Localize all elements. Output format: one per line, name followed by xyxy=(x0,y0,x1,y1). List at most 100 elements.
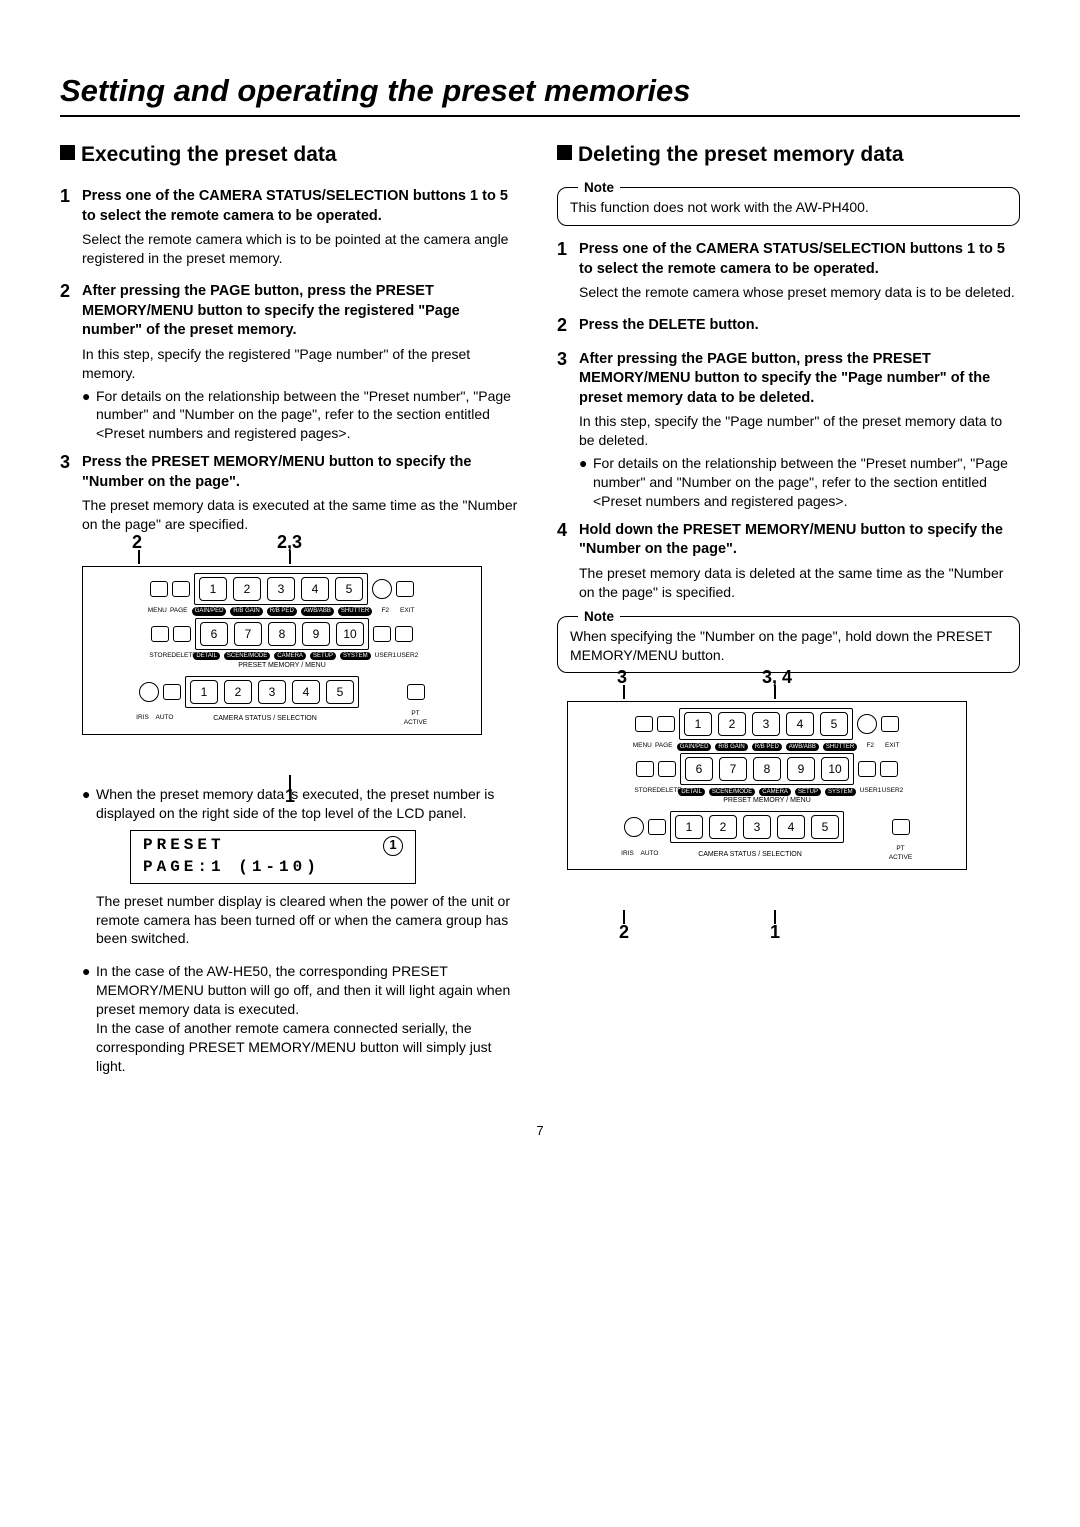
oval-label: AWB/ABB xyxy=(786,743,819,751)
note-text: This function does not work with the AW-… xyxy=(570,199,869,215)
oval-label: R/B PED xyxy=(752,743,782,751)
step: 3 Press the PRESET MEMORY/MENU button to… xyxy=(60,453,523,538)
btn-label: AUTO xyxy=(641,850,659,859)
sub-bullet: ● For details on the relationship betwee… xyxy=(82,387,523,444)
right-column: Deleting the preset memory data Note Thi… xyxy=(557,141,1020,1082)
btn-label: MENU xyxy=(148,607,166,616)
step-title: Hold down the PRESET MEMORY/MENU button … xyxy=(579,521,1020,560)
control-panel-diagram-left: 2 2,3 12345 MENU PAGE GAIN/PED R/B GA xyxy=(82,556,523,773)
left-column: Executing the preset data 1 Press one of… xyxy=(60,141,523,1082)
btn-label: F2 xyxy=(376,607,394,616)
btn-label: PAGE xyxy=(170,607,188,616)
btn-label: EXIT xyxy=(883,742,901,751)
step-desc: In this step, specify the registered "Pa… xyxy=(82,345,523,383)
bullet-text: In the case of the AW-HE50, the correspo… xyxy=(96,962,523,1075)
btn-label: DELETE xyxy=(171,652,189,661)
btn-label: DELETE xyxy=(656,787,674,796)
preset-memory-caption: PRESET MEMORY / MENU xyxy=(89,661,475,670)
leader-label: 2 xyxy=(619,920,629,944)
step-desc: In this step, specify the "Page number" … xyxy=(579,412,1020,450)
btn-label: USER1 xyxy=(860,787,878,796)
step: 3 After pressing the PAGE button, press … xyxy=(557,350,1020,511)
heading-text: Executing the preset data xyxy=(81,141,337,169)
step-number: 2 xyxy=(557,316,579,340)
bullet-text: For details on the relationship between … xyxy=(96,387,523,444)
btn-label: PAGE xyxy=(655,742,673,751)
leader-label: 3, 4 xyxy=(762,665,792,689)
camera-caption: CAMERA STATUS / SELECTION xyxy=(178,714,353,723)
step-number: 3 xyxy=(557,350,579,511)
leader-label: 1 xyxy=(770,920,780,944)
step-number: 1 xyxy=(60,187,82,272)
lcd-line1-left: PRESET xyxy=(143,835,225,857)
step-title: Press the PRESET MEMORY/MENU button to s… xyxy=(82,453,523,492)
step-title: Press one of the CAMERA STATUS/SELECTION… xyxy=(579,240,1020,279)
page-number: 7 xyxy=(60,1122,1020,1140)
oval-label: SHUTTER xyxy=(823,743,857,751)
step-number: 2 xyxy=(60,282,82,443)
bullet-dot-icon: ● xyxy=(82,785,96,823)
bullet-text: For details on the relationship between … xyxy=(593,454,1020,511)
oval-label: CAMERA xyxy=(759,788,791,796)
body-bullet: ● In the case of the AW-HE50, the corres… xyxy=(82,962,523,1075)
step-desc: The preset memory data is deleted at the… xyxy=(579,564,1020,602)
preset-memory-caption: PRESET MEMORY / MENU xyxy=(574,796,960,805)
lcd-circled-number: 1 xyxy=(383,836,403,856)
oval-label: SYSTEM xyxy=(340,652,371,660)
step-number: 4 xyxy=(557,521,579,606)
lcd-line2: PAGE:1 (1-10) xyxy=(143,857,403,879)
heading-text: Deleting the preset memory data xyxy=(578,141,904,169)
section-heading-deleting: Deleting the preset memory data xyxy=(557,141,1020,169)
btn-label: PT ACTIVE xyxy=(886,845,916,863)
lcd-panel: PRESET 1 PAGE:1 (1-10) xyxy=(130,830,416,883)
square-bullet-icon xyxy=(557,145,572,160)
oval-label: GAIN/PED xyxy=(677,743,712,751)
step-desc: Select the remote camera which is to be … xyxy=(82,230,523,268)
oval-label: SETUP xyxy=(310,652,336,660)
oval-label: SYSTEM xyxy=(825,788,856,796)
oval-label: GAIN/PED xyxy=(192,607,227,615)
btn-label: MENU xyxy=(633,742,651,751)
leader-label: 3 xyxy=(617,665,627,689)
step-number: 1 xyxy=(557,240,579,306)
oval-label: DETAIL xyxy=(193,652,220,660)
body-bullet: ● When the preset memory data is execute… xyxy=(82,785,523,823)
oval-label: SETUP xyxy=(795,788,821,796)
step: 1 Press one of the CAMERA STATUS/SELECTI… xyxy=(60,187,523,272)
btn-label: USER1 xyxy=(375,652,393,661)
step-title: After pressing the PAGE button, press th… xyxy=(82,282,523,341)
oval-label: R/B PED xyxy=(267,607,297,615)
oval-label: SCENE/MODE xyxy=(709,788,755,796)
oval-label: R/B GAIN xyxy=(715,743,747,751)
btn-label: USER2 xyxy=(397,652,415,661)
step: 4 Hold down the PRESET MEMORY/MENU butto… xyxy=(557,521,1020,606)
btn-label: EXIT xyxy=(398,607,416,616)
bullet-text: When the preset memory data is executed,… xyxy=(96,785,523,823)
note-box: Note This function does not work with th… xyxy=(557,187,1020,226)
oval-label: R/B GAIN xyxy=(230,607,262,615)
step-desc: Select the remote camera whose preset me… xyxy=(579,283,1020,302)
step-number: 3 xyxy=(60,453,82,538)
bullet-dot-icon: ● xyxy=(82,962,96,1075)
note-label: Note xyxy=(578,179,620,197)
oval-label: CAMERA xyxy=(274,652,306,660)
btn-label: USER2 xyxy=(882,787,900,796)
btn-label: STORE xyxy=(149,652,167,661)
btn-label: IRIS xyxy=(619,850,637,859)
after-lcd-text: The preset number display is cleared whe… xyxy=(96,892,523,949)
step-title: After pressing the PAGE button, press th… xyxy=(579,350,1020,409)
btn-label: AUTO xyxy=(156,714,174,723)
section-heading-executing: Executing the preset data xyxy=(60,141,523,169)
oval-label: DETAIL xyxy=(678,788,705,796)
oval-label: SCENE/MODE xyxy=(224,652,270,660)
leader-label: 2 xyxy=(132,530,142,554)
step-title: Press the DELETE button. xyxy=(579,316,1020,336)
leader-label: 1 xyxy=(285,784,295,808)
btn-label: STORE xyxy=(634,787,652,796)
oval-label: AWB/ABB xyxy=(301,607,334,615)
note-label: Note xyxy=(578,608,620,626)
step: 1 Press one of the CAMERA STATUS/SELECTI… xyxy=(557,240,1020,306)
page-title: Setting and operating the preset memorie… xyxy=(60,70,1020,117)
step-desc: The preset memory data is executed at th… xyxy=(82,496,523,534)
note-text: When specifying the "Number on the page"… xyxy=(570,628,992,663)
